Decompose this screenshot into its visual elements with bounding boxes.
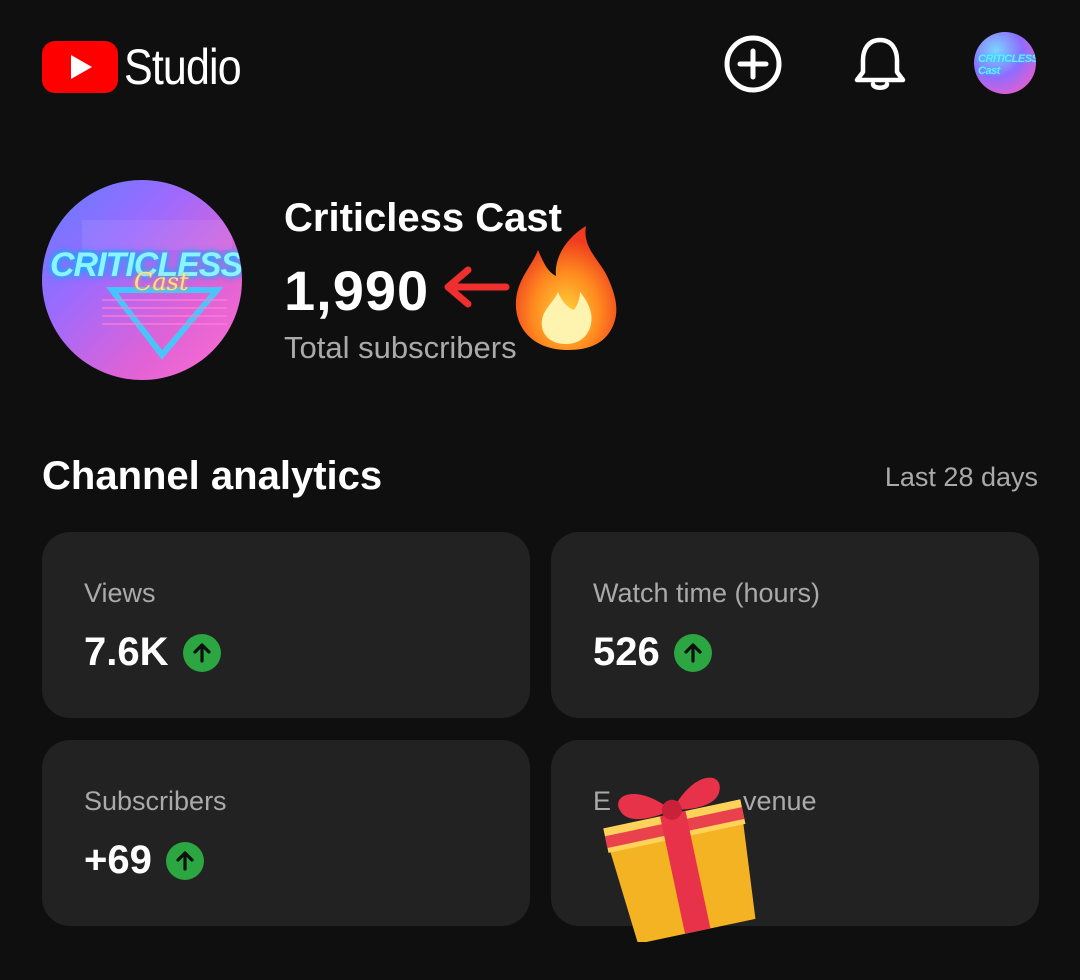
card-label: Views — [84, 578, 156, 608]
analytics-title: Channel analytics — [42, 454, 383, 498]
red-arrow-annotation-icon — [444, 266, 510, 308]
trend-up-icon — [182, 633, 221, 672]
bell-icon — [854, 37, 906, 90]
card-value: 526 — [593, 630, 660, 674]
analytics-period[interactable]: Last 28 days — [885, 462, 1038, 493]
subscriber-count: 1,990 — [284, 259, 430, 322]
subscribers-card[interactable]: Subscribers +69 — [42, 740, 530, 926]
channel-avatar[interactable]: CRITICLESS Cast — [42, 180, 242, 380]
watch-time-card[interactable]: Watch time (hours) 526 — [551, 532, 1039, 718]
subscriber-label: Total subscribers — [284, 330, 517, 365]
card-label: Subscribers — [84, 786, 227, 816]
add-circle-icon — [724, 35, 782, 93]
notifications-button[interactable] — [850, 34, 910, 94]
fire-emoji-icon — [515, 226, 617, 350]
youtube-studio-logo[interactable]: Studio — [42, 38, 260, 96]
card-value: +69 — [84, 838, 152, 882]
app-name: Studio — [124, 39, 242, 95]
card-label: Watch time (hours) — [593, 578, 821, 608]
youtube-play-icon — [42, 41, 118, 93]
trend-up-icon — [673, 633, 712, 672]
trend-up-icon — [165, 841, 204, 880]
card-value: 7.6K — [84, 630, 169, 674]
gift-emoji-icon — [603, 777, 756, 942]
account-avatar[interactable]: CRITICLESS Cast — [974, 32, 1036, 94]
views-card[interactable]: Views 7.6K — [42, 532, 530, 718]
create-button[interactable] — [723, 34, 783, 94]
avatar-word-cast: Cast — [134, 268, 189, 296]
avatar-text: CRITICLESS Cast — [978, 53, 1036, 77]
